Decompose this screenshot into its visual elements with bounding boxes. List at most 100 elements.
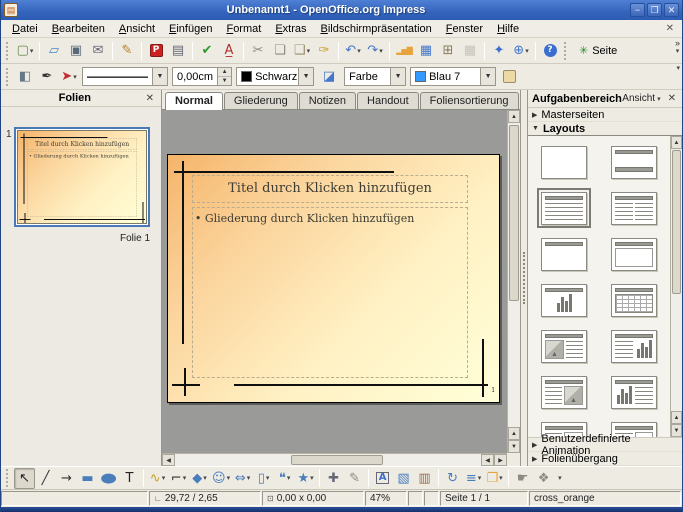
line-color-select[interactable]: Schwarz ▼ — [236, 67, 314, 86]
arrange-icon[interactable]: ❐▾ — [484, 468, 505, 489]
title-bar[interactable]: ▤ Unbenannt1 - OpenOffice.org Impress −❐… — [1, 0, 682, 20]
menu-datei[interactable]: Datei — [5, 22, 45, 36]
close-button[interactable]: ✕ — [664, 3, 679, 17]
tab-gliederung[interactable]: Gliederung — [224, 92, 298, 109]
scrollbar-thumb[interactable] — [509, 125, 519, 301]
section-masterpages[interactable]: ▶ Masterseiten — [528, 108, 682, 122]
chevron-down-icon[interactable]: ▾ — [203, 474, 207, 482]
layout-title-outline-chart[interactable] — [607, 326, 661, 366]
scroll-left-icon[interactable]: ◀ — [162, 454, 175, 466]
gluepoints-icon[interactable]: ✎ — [344, 468, 365, 489]
edit-file-icon[interactable]: ✎ — [116, 40, 138, 62]
scrollbar-thumb[interactable] — [672, 150, 681, 294]
chevron-down-icon[interactable]: ▾ — [287, 474, 291, 482]
chevron-down-icon[interactable]: ▾ — [30, 47, 34, 55]
line-width-spinner[interactable]: 0,00cm ▲▼ — [172, 67, 232, 86]
arrow-style-icon[interactable]: ➤▾ — [58, 66, 80, 88]
styles-window-icon[interactable]: ◧ — [14, 66, 36, 88]
restore-button[interactable]: ❐ — [647, 3, 662, 17]
toolbar-grip[interactable] — [6, 469, 11, 487]
scroll-up-icon[interactable]: ▲ — [508, 110, 520, 123]
scrollbar-thumb[interactable] — [291, 455, 383, 465]
layout-title-only[interactable] — [537, 234, 591, 274]
spin-up-icon[interactable]: ▲ — [218, 68, 231, 77]
edit-points-icon[interactable]: ✚ — [323, 468, 344, 489]
line-width-value[interactable]: 0,00cm — [173, 68, 217, 85]
fontwork-icon[interactable]: A — [372, 468, 393, 489]
chevron-down-icon[interactable]: ▾ — [379, 47, 383, 55]
redo-icon[interactable]: ↷▾ — [364, 40, 386, 62]
tab-handout[interactable]: Handout — [357, 92, 419, 109]
line-style-select[interactable]: ▼ — [82, 67, 168, 86]
chevron-down-icon[interactable]: ▾ — [247, 474, 251, 482]
chevron-down-icon[interactable]: ▾ — [183, 474, 187, 482]
gallery-icon[interactable]: ▥ — [414, 468, 435, 489]
close-icon[interactable]: ✕ — [144, 93, 156, 104]
chart-icon[interactable]: ▂▅▇ — [393, 40, 415, 62]
symbol-shapes-icon[interactable]: ☺▾ — [210, 468, 232, 489]
undo-icon[interactable]: ↶▾ — [342, 40, 364, 62]
toolbar-overflow-icon[interactable]: »▾ — [675, 39, 680, 55]
ellipse-icon[interactable]: ● — [98, 468, 119, 489]
menu-einfgen[interactable]: Einfügen — [162, 22, 219, 36]
callouts-icon[interactable]: ❝▾ — [274, 468, 295, 489]
minimize-button[interactable]: − — [630, 3, 645, 17]
layout-title-table[interactable] — [607, 280, 661, 320]
title-placeholder[interactable]: Titel durch Klicken hinzufügen — [192, 175, 468, 203]
format-paintbrush-icon[interactable]: ✑ — [313, 40, 335, 62]
cut-icon[interactable]: ✂ — [247, 40, 269, 62]
chevron-down-icon[interactable]: ▾ — [73, 73, 77, 81]
vertical-scrollbar[interactable]: ▲ ▲ ▼ — [507, 110, 520, 453]
toolbar-overflow-icon[interactable]: ▾ — [558, 475, 562, 482]
zoom-icon[interactable]: ⊕▾ — [510, 40, 532, 62]
tab-normal[interactable]: Normal — [165, 92, 223, 110]
layout-centered-content[interactable] — [607, 234, 661, 274]
tab-foliensortierung[interactable]: Foliensortierung — [420, 92, 519, 109]
arrow-icon[interactable]: → — [56, 468, 77, 489]
page-button[interactable]: ✳ Seite — [572, 40, 624, 62]
print-icon[interactable]: ▤ — [167, 40, 189, 62]
section-layouts[interactable]: ▼ Layouts — [528, 122, 682, 136]
menu-fenster[interactable]: Fenster — [439, 22, 490, 36]
chevron-down-icon[interactable]: ▾ — [357, 47, 361, 55]
menu-bearbeiten[interactable]: Bearbeiten — [45, 22, 112, 36]
grid-icon[interactable]: ▦ — [459, 40, 481, 62]
line-dialog-icon[interactable]: ✒ — [36, 66, 58, 88]
menu-bildschirmprsentation[interactable]: Bildschirmpräsentation — [314, 22, 439, 36]
interaction-icon[interactable]: ☛ — [512, 468, 533, 489]
toolbar-overflow-icon[interactable]: ▾ — [676, 65, 680, 72]
section-custom-animation[interactable]: ▶ Benutzerdefinierte Animation — [528, 438, 682, 452]
fill-color-select[interactable]: Blau 7 ▼ — [410, 67, 496, 86]
layout-title-clipart-outline[interactable]: ▲ — [537, 326, 591, 366]
outline-placeholder[interactable]: • Gliederung durch Klicken hinzufügen — [192, 207, 468, 377]
layout-title-outline[interactable] — [537, 188, 591, 228]
chevron-down-icon[interactable]: ▾ — [266, 474, 270, 482]
scroll-up-icon[interactable]: ▲ — [671, 136, 682, 149]
table-icon[interactable]: ▦ — [415, 40, 437, 62]
insert-object-icon[interactable]: ⊞ — [437, 40, 459, 62]
prev-slide-icon[interactable]: ▲ — [508, 427, 520, 440]
image-icon[interactable]: ▧ — [393, 468, 414, 489]
chevron-down-icon[interactable]: ▾ — [310, 474, 314, 482]
horizontal-scrollbar[interactable]: ◀ ◀ ▶ — [162, 453, 507, 466]
chevron-down-icon[interactable]: ▾ — [307, 47, 311, 55]
slide-workspace[interactable]: Titel durch Klicken hinzufügen • Glieder… — [162, 110, 520, 466]
basic-shapes-icon[interactable]: ◆▾ — [189, 468, 210, 489]
status-template-name[interactable]: cross_orange — [529, 491, 681, 506]
block-arrows-icon[interactable]: ⇔▾ — [232, 468, 253, 489]
rotate-icon[interactable]: ↻ — [442, 468, 463, 489]
toolbar-grip[interactable] — [6, 42, 11, 60]
auto-spellcheck-icon[interactable]: A̲ — [218, 40, 240, 62]
line-icon[interactable]: ╱ — [35, 468, 56, 489]
new-icon[interactable]: ▢▾ — [14, 40, 36, 62]
chevron-down-icon[interactable]: ▾ — [227, 474, 231, 482]
layout-title-outline-object[interactable] — [537, 418, 591, 437]
export-pdf-icon[interactable]: P — [145, 40, 167, 62]
fill-style-icon[interactable]: ◪ — [318, 66, 340, 88]
extrusion-icon[interactable]: ❖ — [533, 468, 554, 489]
align-icon[interactable]: ≡▾ — [463, 468, 484, 489]
menu-format[interactable]: Format — [219, 22, 268, 36]
navigator-icon[interactable]: ✦ — [488, 40, 510, 62]
layouts-scrollbar[interactable]: ▲ ▲ ▼ — [670, 136, 682, 437]
chevron-down-icon[interactable]: ▾ — [657, 95, 661, 103]
